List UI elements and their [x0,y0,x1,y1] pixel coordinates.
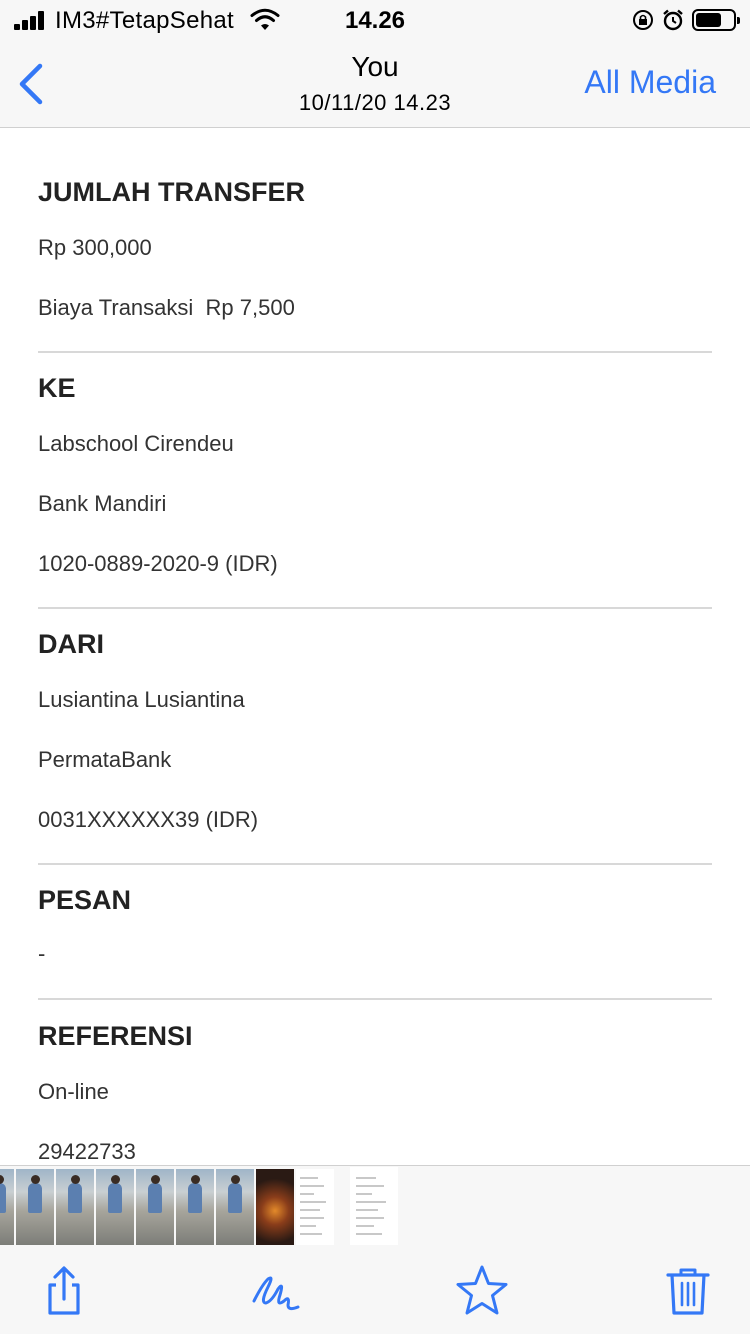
photo-thumbnail[interactable] [216,1169,254,1245]
status-bar: IM3#TetapSehat 14.26 [0,0,750,40]
recipient-bank: Bank Mandiri [38,491,167,516]
photo-thumbnail[interactable] [136,1169,174,1245]
reference-number: 29422733 [38,1139,136,1164]
share-icon[interactable] [36,1263,92,1319]
photo-thumbnail[interactable] [176,1169,214,1245]
bottom-toolbar [0,1245,750,1334]
favorite-star-icon[interactable] [454,1263,510,1319]
sender-name: Lusiantina Lusiantina [38,687,245,712]
section-title-message: PESAN [38,885,132,915]
recipient-name: Labschool Cirendeu [38,431,234,456]
all-media-button[interactable]: All Media [584,64,716,101]
transaction-fee: Biaya Transaksi Rp 7,500 [38,295,295,320]
divider [38,998,712,1000]
section-title-amount: JUMLAH TRANSFER [38,177,305,207]
recipient-account: 1020-0889-2020-9 (IDR) [38,551,278,576]
thumbnail-strip[interactable] [0,1165,750,1245]
section-title-sender: DARI [38,629,104,659]
photo-thumbnail[interactable] [256,1169,294,1245]
divider [38,863,712,865]
receipt-document[interactable]: JUMLAH TRANSFER Rp 300,000 Biaya Transak… [0,129,750,1165]
reference-channel: On-line [38,1079,109,1104]
transfer-amount: Rp 300,000 [38,235,152,260]
sender-bank: PermataBank [38,747,172,772]
battery-icon [692,9,740,31]
message-value: - [38,941,46,966]
divider [38,607,712,609]
photo-thumbnail[interactable] [0,1169,14,1245]
section-title-recipient: KE [38,373,76,403]
photo-thumbnail[interactable] [96,1169,134,1245]
photo-thumbnail[interactable] [56,1169,94,1245]
orientation-lock-icon [633,10,653,30]
sender-account: 0031XXXXXX39 (IDR) [38,807,259,832]
alarm-icon [663,9,683,31]
document-thumbnail[interactable] [296,1169,334,1245]
section-title-reference: REFERENSI [38,1021,193,1051]
photo-thumbnail[interactable] [16,1169,54,1245]
trash-icon[interactable] [660,1263,716,1319]
divider [38,351,712,353]
navigation-bar: You 10/11/20 14.23 All Media [0,40,750,128]
document-thumbnail-selected[interactable] [350,1167,398,1245]
markup-icon[interactable] [248,1263,304,1319]
